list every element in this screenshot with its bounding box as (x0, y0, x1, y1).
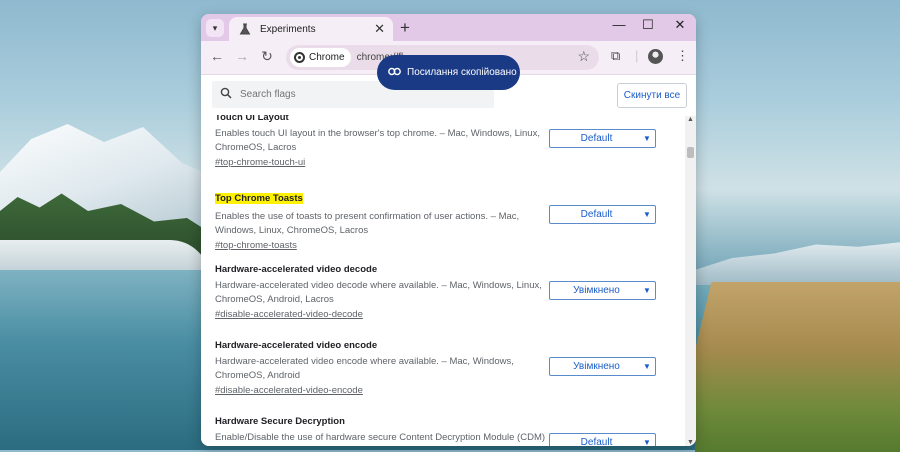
flag-description: Enables touch UI layout in the browser's… (215, 128, 540, 153)
tab-search-button[interactable]: ▾ (206, 19, 224, 37)
reload-icon[interactable]: ↻ (258, 48, 276, 65)
menu-kebab-icon[interactable]: ⋮ (676, 48, 689, 64)
flag-select[interactable]: Default ▼ (549, 205, 656, 224)
chrome-logo-icon (294, 52, 305, 63)
flag-select[interactable]: Default ▼ (549, 433, 656, 446)
bookmark-star-icon[interactable]: ☆ (577, 48, 590, 65)
extensions-icon[interactable]: ⧉ (611, 48, 620, 64)
tab-title: Experiments (260, 23, 316, 35)
chevron-down-icon: ▼ (643, 286, 651, 295)
flag-select[interactable]: Увімкнено ▼ (549, 357, 656, 376)
wallpaper-mountain-right (690, 242, 900, 285)
flag-link[interactable]: #top-chrome-touch-ui (215, 157, 675, 168)
flag-title: Touch UI Layout (215, 115, 289, 123)
tab-experiments[interactable]: Experiments ✕ (229, 17, 393, 41)
scroll-down-icon[interactable]: ▼ (687, 439, 694, 446)
search-icon (220, 87, 232, 102)
flag-title: Hardware Secure Decryption (215, 416, 345, 427)
flag-description: Hardware-accelerated video decode where … (215, 280, 542, 305)
forward-icon[interactable]: → (233, 48, 251, 64)
chevron-down-icon: ▼ (643, 362, 651, 371)
chevron-down-icon: ▾ (212, 22, 218, 33)
flag-description: Enable/Disable the use of hardware secur… (215, 432, 546, 446)
tab-close-icon[interactable]: ✕ (374, 21, 385, 37)
flags-list: Touch UI Layout Enables touch UI layout … (201, 115, 685, 446)
toolbar-divider: | (635, 48, 639, 63)
link-icon (388, 67, 401, 79)
flag-link[interactable]: #disable-accelerated-video-encode (215, 385, 675, 396)
chevron-down-icon: ▼ (643, 134, 651, 143)
flags-page: Скинути все Touch UI Layout Enables touc… (201, 75, 696, 446)
maximize-icon[interactable]: ☐ (638, 17, 658, 33)
flag-title: Top Chrome Toasts (215, 193, 303, 204)
scrollbar-thumb[interactable] (687, 147, 694, 158)
flag-title: Hardware-accelerated video encode (215, 340, 378, 351)
flag-select[interactable]: Default ▼ (549, 129, 656, 148)
toast-text: Посилання скопійовано (407, 67, 517, 78)
flag-link[interactable]: #top-chrome-toasts (215, 240, 675, 251)
toast-link-copied: Посилання скопійовано (377, 55, 520, 90)
flag-description: Enables the use of toasts to present con… (215, 211, 520, 236)
flag-description: Hardware-accelerated video encode where … (215, 356, 514, 381)
scrollbar[interactable]: ▲ ▼ (685, 116, 696, 446)
close-window-icon[interactable]: ✕ (670, 17, 690, 33)
flag-select-value: Увімкнено (573, 361, 620, 372)
site-chip-label: Chrome (309, 52, 345, 63)
flask-icon (237, 21, 253, 37)
wallpaper-field-right (695, 282, 900, 452)
flag-select-value: Default (580, 133, 613, 144)
title-bar: ▾ Experiments ✕ + — ☐ ✕ (201, 14, 696, 41)
flag-title: Hardware-accelerated video decode (215, 264, 378, 275)
scroll-up-icon[interactable]: ▲ (687, 116, 694, 123)
new-tab-icon[interactable]: + (400, 18, 410, 38)
flag-select-value: Увімкнено (573, 285, 620, 296)
flag-select-value: Default (580, 437, 613, 446)
back-icon[interactable]: ← (208, 48, 226, 64)
site-chip[interactable]: Chrome (290, 48, 351, 67)
flag-link[interactable]: #disable-accelerated-video-decode (215, 309, 675, 320)
chevron-down-icon: ▼ (643, 210, 651, 219)
minimize-icon[interactable]: — (609, 17, 629, 32)
flag-select[interactable]: Увімкнено ▼ (549, 281, 656, 300)
flag-select-value: Default (580, 209, 613, 220)
reset-all-button[interactable]: Скинути все (617, 83, 687, 108)
chevron-down-icon: ▼ (643, 438, 651, 446)
avatar[interactable] (648, 49, 663, 64)
